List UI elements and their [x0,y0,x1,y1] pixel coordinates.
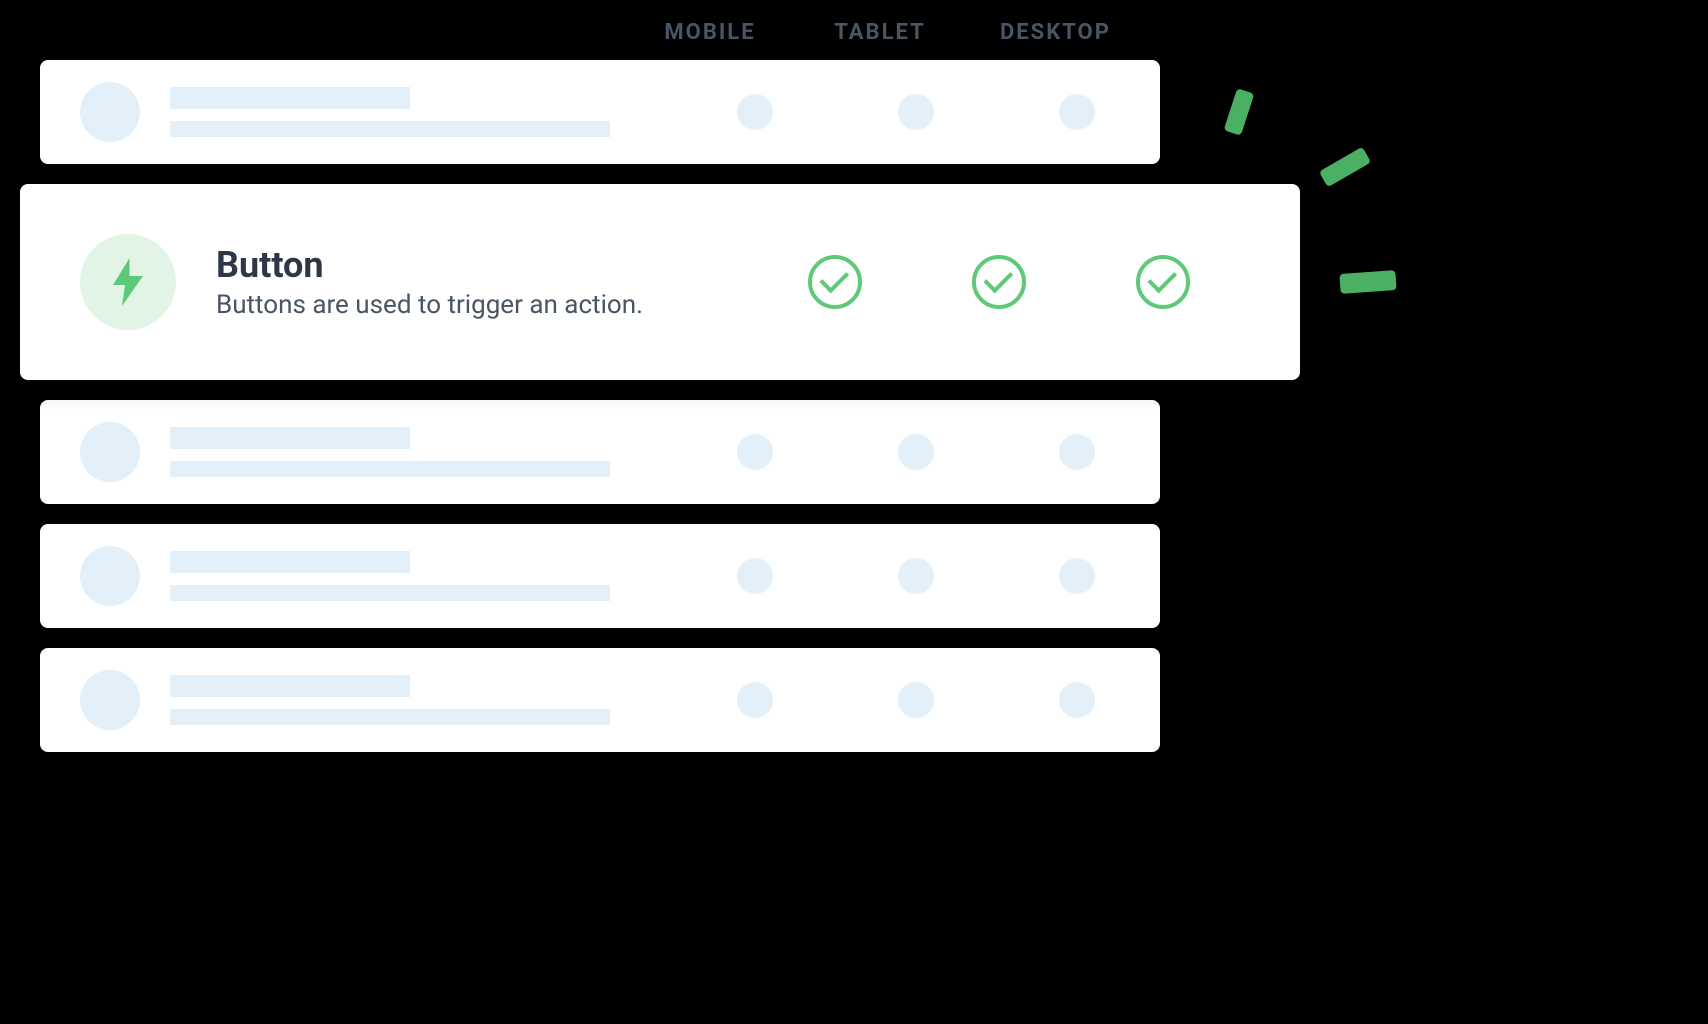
status-dot-tablet [898,94,934,130]
status-dot-desktop [1059,682,1095,718]
header-tablet: TABLET [830,20,930,45]
status-indicators [808,255,1240,309]
header-mobile: MOBILE [660,20,760,45]
component-row-button[interactable]: Button Buttons are used to trigger an ac… [20,184,1300,380]
status-dot-tablet [898,558,934,594]
check-icon [972,255,1026,309]
check-icon [808,255,862,309]
component-row-placeholder[interactable] [40,400,1160,504]
component-description: Buttons are used to trigger an action. [216,290,808,320]
check-icon [1136,255,1190,309]
column-headers: MOBILE TABLET DESKTOP [40,20,1160,45]
component-row-placeholder[interactable] [40,524,1160,628]
placeholder-icon [80,546,140,606]
status-indicators [737,434,1120,470]
component-row-placeholder[interactable] [40,648,1160,752]
placeholder-desc [170,461,610,477]
component-title: Button [216,244,808,286]
status-dot-mobile [737,558,773,594]
sparkle-icon [1319,147,1371,188]
status-indicators [737,558,1120,594]
placeholder-desc [170,709,610,725]
placeholder-title [170,427,410,449]
status-dot-mobile [737,434,773,470]
status-dot-tablet [898,434,934,470]
status-dot-mobile [737,682,773,718]
button-icon-container [80,234,176,330]
button-content: Button Buttons are used to trigger an ac… [216,244,808,320]
status-dot-mobile [737,94,773,130]
placeholder-content [170,427,737,477]
placeholder-icon [80,82,140,142]
status-dot-desktop [1059,434,1095,470]
bolt-icon [109,258,147,306]
placeholder-content [170,675,737,725]
status-indicators [737,682,1120,718]
placeholder-desc [170,585,610,601]
placeholder-content [170,551,737,601]
placeholder-title [170,675,410,697]
sparkle-icon [1224,88,1255,135]
placeholder-icon [80,670,140,730]
status-dot-tablet [898,682,934,718]
placeholder-title [170,87,410,109]
component-row-placeholder[interactable] [40,60,1160,164]
status-indicators [737,94,1120,130]
status-dot-desktop [1059,94,1095,130]
placeholder-desc [170,121,610,137]
placeholder-content [170,87,737,137]
header-desktop: DESKTOP [1000,20,1100,45]
status-dot-desktop [1059,558,1095,594]
sparkle-icon [1339,270,1396,294]
placeholder-title [170,551,410,573]
placeholder-icon [80,422,140,482]
